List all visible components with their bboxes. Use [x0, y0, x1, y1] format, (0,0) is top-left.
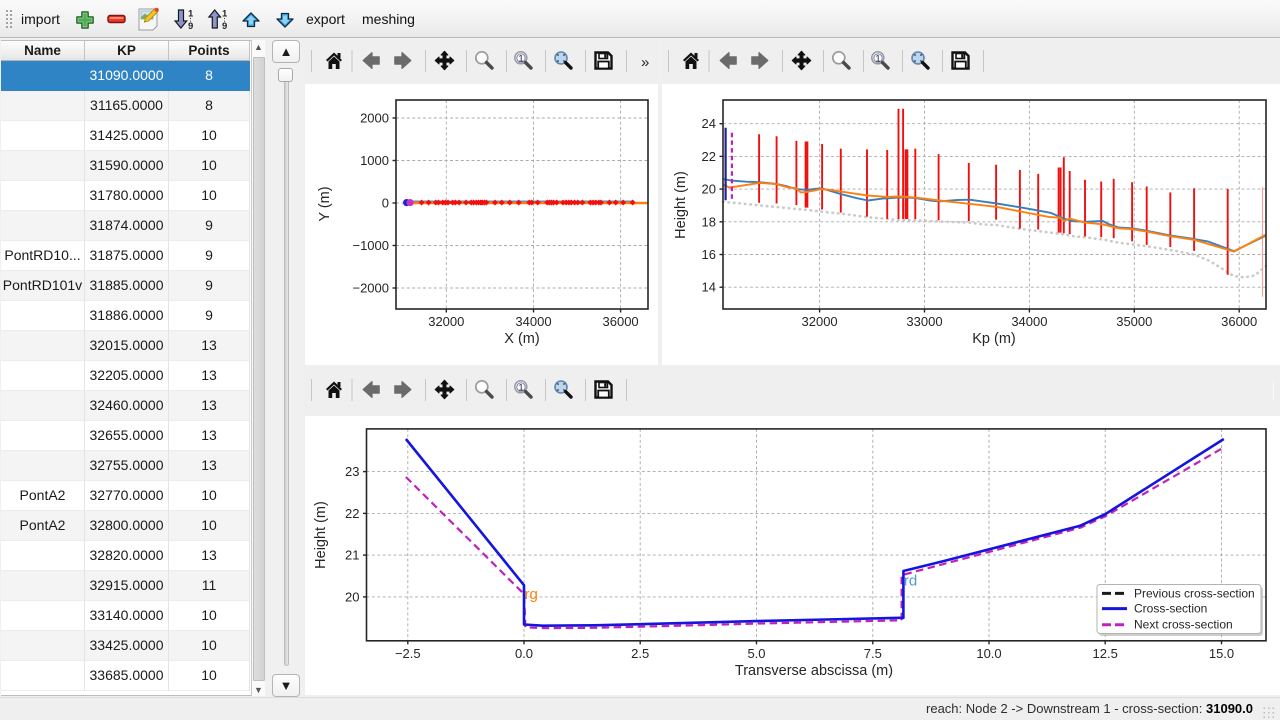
- svg-text:12.5: 12.5: [1093, 646, 1118, 661]
- svg-text:»: »: [641, 54, 649, 71]
- svg-text:9: 9: [222, 21, 227, 32]
- svg-text:22: 22: [702, 149, 716, 164]
- svg-text:32000: 32000: [802, 314, 838, 329]
- svg-text:15.0: 15.0: [1209, 646, 1234, 661]
- svg-text:Transverse abscissa (m): Transverse abscissa (m): [735, 663, 893, 679]
- svg-text:1000: 1000: [360, 153, 389, 168]
- svg-text:35000: 35000: [1116, 314, 1152, 329]
- svg-text:32000: 32000: [428, 314, 464, 329]
- svg-text:0: 0: [382, 196, 389, 211]
- svg-text:23: 23: [345, 464, 359, 479]
- svg-text:−1000: −1000: [352, 238, 389, 253]
- svg-text:34000: 34000: [1011, 314, 1047, 329]
- svg-text:1: 1: [188, 9, 194, 20]
- svg-text:Previous cross-section: Previous cross-section: [1134, 586, 1255, 600]
- svg-text:rd: rd: [904, 573, 917, 590]
- svg-text:33000: 33000: [906, 314, 942, 329]
- svg-text:Height (m): Height (m): [313, 501, 329, 569]
- svg-text:−2.5: −2.5: [395, 646, 421, 661]
- svg-text:2.5: 2.5: [631, 646, 649, 661]
- svg-text:5.0: 5.0: [747, 646, 765, 661]
- svg-text:rg: rg: [525, 586, 538, 603]
- svg-text:Height (m): Height (m): [673, 171, 689, 239]
- svg-text:0.0: 0.0: [515, 646, 533, 661]
- svg-text:16: 16: [702, 247, 716, 262]
- svg-text:36000: 36000: [603, 314, 639, 329]
- svg-text:20: 20: [345, 589, 359, 604]
- svg-text:14: 14: [702, 280, 716, 295]
- svg-text:Kp (m): Kp (m): [972, 331, 1016, 347]
- svg-text:21: 21: [345, 548, 359, 563]
- svg-text:1: 1: [222, 9, 228, 20]
- svg-text:34000: 34000: [515, 314, 551, 329]
- svg-text:Cross-section: Cross-section: [1134, 602, 1207, 616]
- svg-text:−2000: −2000: [352, 281, 389, 296]
- svg-text:Y (m): Y (m): [317, 186, 333, 221]
- svg-text:Next cross-section: Next cross-section: [1134, 618, 1233, 632]
- svg-text:7.5: 7.5: [864, 646, 882, 661]
- svg-text:36000: 36000: [1221, 314, 1257, 329]
- svg-text:9: 9: [188, 21, 193, 32]
- svg-text:24: 24: [702, 116, 716, 131]
- svg-text:X (m): X (m): [504, 331, 539, 347]
- svg-text:2000: 2000: [360, 111, 389, 126]
- svg-text:22: 22: [345, 506, 359, 521]
- svg-text:10.0: 10.0: [976, 646, 1001, 661]
- svg-text:20: 20: [702, 182, 716, 197]
- svg-text:18: 18: [702, 214, 716, 229]
